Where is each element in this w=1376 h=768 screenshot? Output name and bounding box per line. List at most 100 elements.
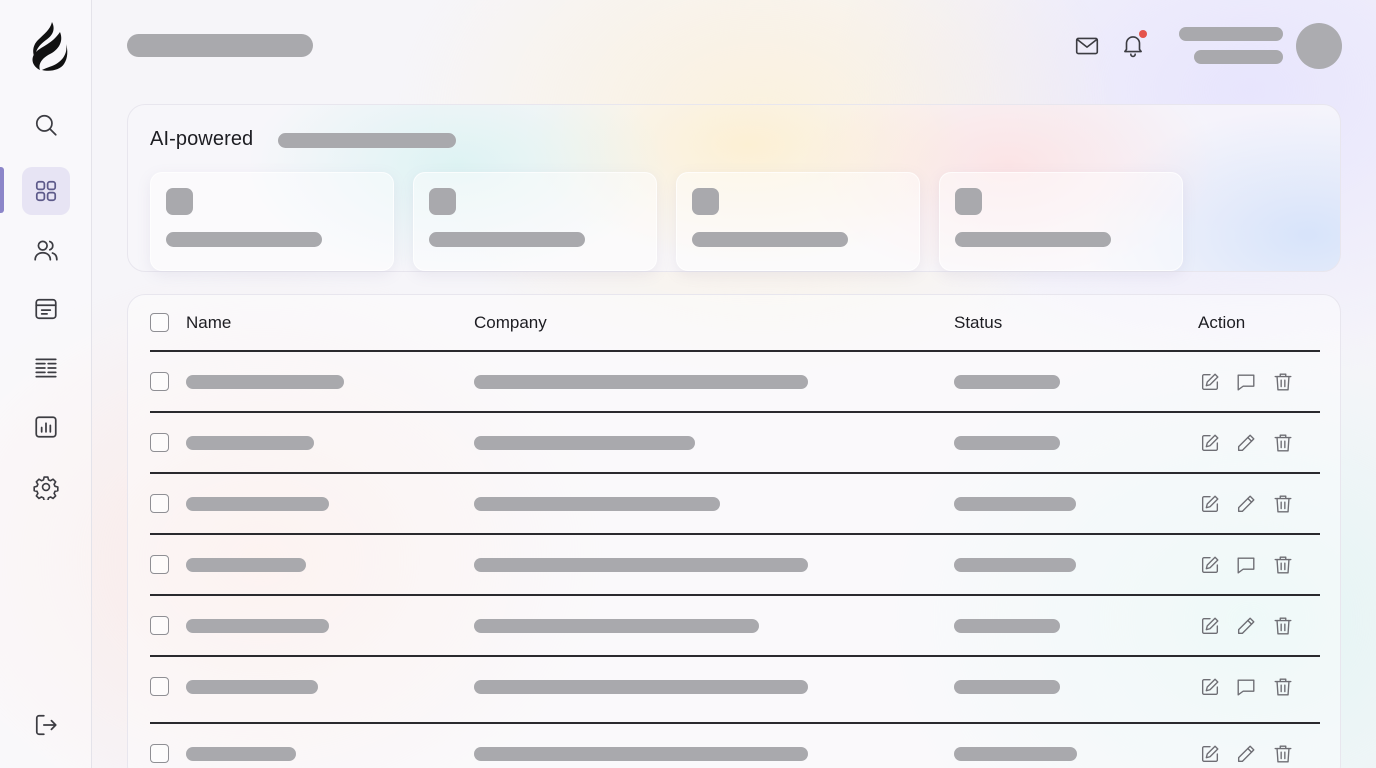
- company-cell-placeholder: [474, 680, 808, 694]
- edit-button[interactable]: [1198, 614, 1222, 638]
- table-row[interactable]: [128, 595, 1342, 657]
- stat-card[interactable]: [150, 172, 394, 271]
- sidebar-item-search[interactable]: [22, 101, 70, 149]
- status-cell-placeholder: [954, 680, 1060, 694]
- comment-button[interactable]: [1234, 553, 1258, 577]
- contacts-table: Name Company Status Action: [127, 294, 1341, 768]
- trash-button[interactable]: [1271, 370, 1295, 394]
- edit-icon: [1201, 373, 1219, 391]
- name-cell-placeholder: [186, 436, 314, 450]
- sidebar-item-users[interactable]: [22, 226, 70, 274]
- edit-icon: [1201, 678, 1219, 696]
- edit-button[interactable]: [1198, 742, 1222, 766]
- pencil-icon: [1237, 434, 1255, 452]
- table-row[interactable]: [128, 534, 1342, 596]
- stat-text-placeholder: [166, 232, 322, 247]
- stat-icon-placeholder: [429, 188, 456, 215]
- table-row[interactable]: [128, 412, 1342, 474]
- trash-button[interactable]: [1271, 431, 1295, 455]
- company-cell-placeholder: [474, 375, 808, 389]
- stat-card[interactable]: [676, 172, 920, 271]
- status-cell-placeholder: [954, 497, 1076, 511]
- name-cell-placeholder: [186, 497, 329, 511]
- column-header-action: Action: [1198, 313, 1246, 332]
- trash-button[interactable]: [1271, 742, 1295, 766]
- grid-icon: [35, 180, 57, 202]
- pencil-button[interactable]: [1234, 431, 1258, 455]
- pencil-button[interactable]: [1234, 614, 1258, 638]
- edit-button[interactable]: [1198, 675, 1222, 699]
- table-row[interactable]: [128, 473, 1342, 535]
- archive-icon: [35, 298, 57, 320]
- row-checkbox[interactable]: [150, 372, 169, 391]
- name-cell-placeholder: [186, 375, 344, 389]
- status-cell-placeholder: [954, 375, 1060, 389]
- pencil-icon: [1237, 745, 1255, 763]
- name-cell-placeholder: [186, 558, 306, 572]
- column-header-company[interactable]: Company: [474, 313, 547, 333]
- gear-icon: [33, 476, 59, 500]
- status-cell-placeholder: [954, 436, 1060, 450]
- page-title-placeholder: [127, 34, 313, 57]
- sidebar-item-settings[interactable]: [22, 463, 70, 511]
- trash-icon: [1274, 678, 1292, 696]
- avatar[interactable]: [1296, 23, 1342, 69]
- sidebar-item-list[interactable]: [22, 344, 70, 392]
- logout-button[interactable]: [22, 701, 70, 749]
- row-checkbox[interactable]: [150, 494, 169, 513]
- select-all-checkbox[interactable]: [150, 313, 169, 332]
- comment-icon: [1237, 374, 1255, 391]
- trash-button[interactable]: [1271, 614, 1295, 638]
- trash-button[interactable]: [1271, 675, 1295, 699]
- row-checkbox[interactable]: [150, 744, 169, 763]
- company-cell-placeholder: [474, 436, 695, 450]
- table-row[interactable]: [128, 723, 1342, 768]
- edit-button[interactable]: [1198, 492, 1222, 516]
- trash-button[interactable]: [1271, 553, 1295, 577]
- mail-button[interactable]: [1072, 31, 1102, 61]
- list-icon: [35, 358, 57, 378]
- sidebar-item-inbox[interactable]: [22, 285, 70, 333]
- edit-button[interactable]: [1198, 553, 1222, 577]
- stat-card[interactable]: [413, 172, 657, 271]
- edit-button[interactable]: [1198, 370, 1222, 394]
- row-checkbox[interactable]: [150, 616, 169, 635]
- ai-panel-title: AI-powered: [150, 128, 254, 150]
- row-checkbox[interactable]: [150, 433, 169, 452]
- edit-icon: [1201, 434, 1219, 452]
- column-header-name[interactable]: Name: [186, 313, 231, 333]
- edit-icon: [1201, 617, 1219, 635]
- pencil-button[interactable]: [1234, 492, 1258, 516]
- comment-icon: [1237, 557, 1255, 574]
- status-cell-placeholder: [954, 747, 1077, 761]
- stat-icon-placeholder: [166, 188, 193, 215]
- status-cell-placeholder: [954, 619, 1060, 633]
- row-checkbox[interactable]: [150, 677, 169, 696]
- name-cell-placeholder: [186, 747, 296, 761]
- company-cell-placeholder: [474, 558, 808, 572]
- bar-chart-icon: [35, 416, 57, 438]
- ai-panel-subtitle-placeholder: [278, 133, 456, 148]
- edit-button[interactable]: [1198, 431, 1222, 455]
- table-row[interactable]: [128, 656, 1342, 724]
- name-cell-placeholder: [186, 680, 318, 694]
- status-cell-placeholder: [954, 558, 1076, 572]
- pencil-button[interactable]: [1234, 742, 1258, 766]
- edit-icon: [1201, 745, 1219, 763]
- edit-icon: [1201, 495, 1219, 513]
- active-nav-indicator: [0, 167, 4, 213]
- stat-card[interactable]: [939, 172, 1183, 271]
- logout-icon: [35, 714, 57, 736]
- stat-icon-placeholder: [692, 188, 719, 215]
- column-header-status[interactable]: Status: [954, 313, 1002, 333]
- sidebar-item-dashboard[interactable]: [22, 167, 70, 215]
- trash-icon: [1274, 495, 1292, 513]
- row-checkbox[interactable]: [150, 555, 169, 574]
- table-row[interactable]: [128, 351, 1342, 413]
- comment-button[interactable]: [1234, 675, 1258, 699]
- trash-button[interactable]: [1271, 492, 1295, 516]
- comment-button[interactable]: [1234, 370, 1258, 394]
- sidebar-item-reports[interactable]: [22, 403, 70, 451]
- pencil-icon: [1237, 495, 1255, 513]
- notifications-button[interactable]: [1118, 30, 1148, 60]
